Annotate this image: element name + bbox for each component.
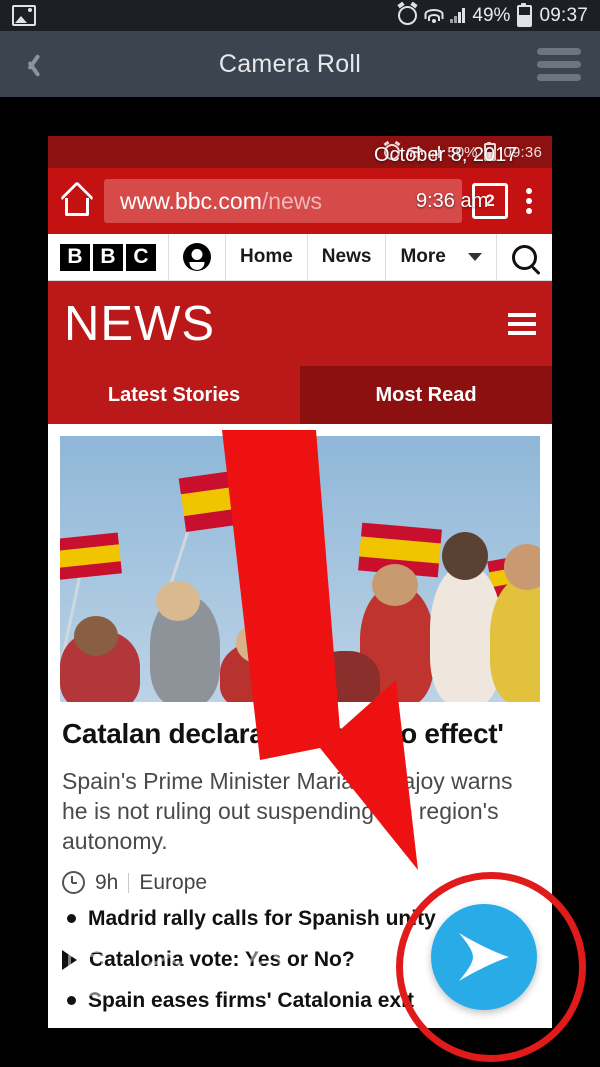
article-photo: [60, 436, 540, 702]
nav-item-more[interactable]: More: [386, 234, 497, 280]
overlay-date: October 8, 2017: [374, 144, 518, 166]
page-title: Camera Roll: [218, 49, 362, 78]
magnifier-glyph: [511, 244, 537, 270]
article-summary: Spain's Prime Minister Mariano Rajoy war…: [62, 768, 513, 854]
crowd-person-head: [372, 564, 418, 606]
crowd-person-head: [442, 532, 488, 580]
bbc-logo-letter: B: [60, 243, 90, 271]
app-toolbar: Camera Roll: [0, 31, 600, 97]
account-avatar-icon: [183, 243, 211, 271]
signal-icon: [450, 8, 466, 23]
wifi-icon: [424, 8, 444, 23]
tab-latest-stories[interactable]: Latest Stories: [48, 366, 300, 424]
news-masthead: NEWS: [48, 281, 552, 366]
hamburger-menu-icon[interactable]: [508, 312, 536, 335]
account-icon[interactable]: [169, 234, 226, 280]
overlay-time: 9:36 am: [416, 190, 489, 212]
device-status-bar: 49% 09:37: [0, 0, 600, 31]
battery-percent: 49%: [472, 4, 511, 26]
share-icon[interactable]: [146, 948, 187, 991]
crowd-person: [310, 651, 380, 702]
gallery-image-icon: [12, 5, 36, 26]
list-item-label: Catalonia vote: Yes or No?: [89, 947, 355, 971]
chevron-down-icon: [467, 253, 482, 261]
send-arrow-icon: [459, 933, 509, 981]
meta-divider: [128, 872, 130, 893]
nav-item-more-label: More: [400, 246, 446, 267]
bbc-logo[interactable]: B B C: [48, 234, 169, 280]
spanish-flag: [178, 465, 276, 532]
battery-icon: [517, 2, 533, 27]
crowd-person-head: [236, 622, 284, 664]
url-domain: www.bbc.com: [120, 187, 262, 214]
spanish-flag: [60, 532, 122, 581]
list-item-label: Madrid rally calls for Spanish unity: [88, 906, 436, 930]
nav-item-news[interactable]: News: [308, 234, 387, 280]
bbc-logo-letter: B: [93, 243, 123, 271]
bbc-navigation-bar: B B C Home News More: [48, 234, 552, 281]
home-icon[interactable]: [60, 186, 94, 216]
status-bar-right: 49% 09:37: [398, 2, 588, 27]
news-wordmark: NEWS: [64, 296, 215, 351]
status-bar-left: [12, 5, 36, 26]
clock-icon: [62, 871, 85, 895]
news-tabs: Latest Stories Most Read: [48, 366, 552, 424]
vertical-dots-icon[interactable]: [518, 188, 540, 214]
back-chevron-icon[interactable]: [18, 51, 44, 77]
search-icon[interactable]: [497, 234, 552, 280]
bbc-logo-letter: C: [126, 243, 156, 271]
hamburger-menu-icon[interactable]: [536, 47, 582, 81]
status-bar-clock: 09:37: [539, 4, 588, 26]
crowd-person-head: [74, 616, 118, 656]
crowd-person-head: [156, 581, 200, 621]
article-headline: Catalan declaration 'has no effect': [62, 718, 504, 749]
tab-most-read[interactable]: Most Read: [300, 366, 552, 424]
send-button[interactable]: [431, 904, 537, 1010]
url-input[interactable]: www.bbc.com /news: [104, 179, 462, 223]
bullet-icon: [67, 996, 76, 1006]
url-path: /news: [261, 187, 322, 214]
trash-icon[interactable]: [66, 949, 104, 996]
alarm-icon: [398, 6, 418, 25]
article-section: Europe: [139, 870, 208, 894]
bullet-icon: [67, 914, 76, 924]
article-time-ago: 9h: [95, 870, 119, 894]
nav-item-home[interactable]: Home: [226, 234, 308, 280]
